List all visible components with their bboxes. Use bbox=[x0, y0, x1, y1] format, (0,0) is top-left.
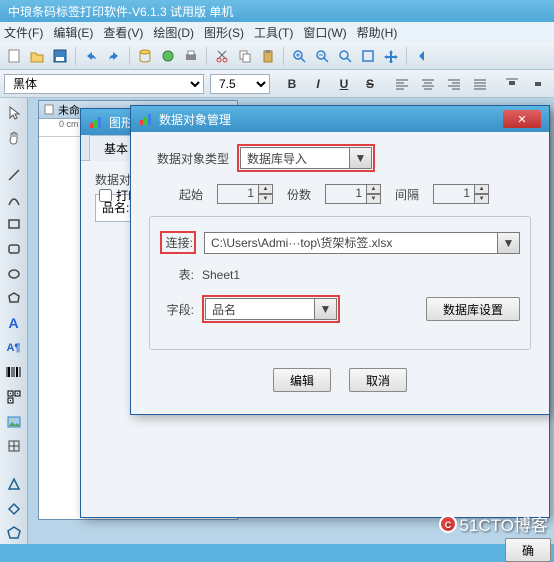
valign-top-icon[interactable] bbox=[502, 74, 522, 94]
db-settings-button[interactable]: 数据库设置 bbox=[426, 297, 520, 321]
pointer-icon[interactable] bbox=[3, 102, 25, 124]
richtext-icon[interactable]: A¶ bbox=[3, 337, 25, 359]
ellipse-icon[interactable] bbox=[3, 263, 25, 285]
align-left-icon[interactable] bbox=[392, 74, 412, 94]
align-right-icon[interactable] bbox=[444, 74, 464, 94]
triangle-icon[interactable] bbox=[3, 473, 25, 495]
zoom-100-icon[interactable] bbox=[358, 46, 378, 66]
strike-icon[interactable]: S bbox=[360, 74, 380, 94]
conn-value: C:\Users\Admi···top\货架标签.xlsx bbox=[204, 232, 498, 254]
menu-shape[interactable]: 图形(S) bbox=[204, 24, 244, 40]
menu-window[interactable]: 窗口(W) bbox=[303, 24, 346, 40]
conn-label: 连接: bbox=[163, 234, 193, 251]
valign-mid-icon[interactable] bbox=[528, 74, 548, 94]
menu-tools[interactable]: 工具(T) bbox=[254, 24, 293, 40]
menu-view[interactable]: 查看(V) bbox=[103, 24, 143, 40]
grid-icon[interactable] bbox=[3, 436, 25, 458]
data-manager-dialog: 数据对象管理 ✕ 数据对象类型 数据库导入 ▼ 起始 1▲▼ 份数 1▲▼ 间隔… bbox=[130, 105, 550, 415]
curve-icon[interactable] bbox=[3, 189, 25, 211]
prev-icon[interactable] bbox=[412, 46, 432, 66]
close-icon[interactable]: ✕ bbox=[503, 110, 541, 128]
paste-icon[interactable] bbox=[258, 46, 278, 66]
gap-spinner[interactable]: 1▲▼ bbox=[433, 184, 489, 204]
zoom-out-icon[interactable] bbox=[312, 46, 332, 66]
zoom-in-icon[interactable] bbox=[289, 46, 309, 66]
conn-dropdown-arrow[interactable]: ▼ bbox=[498, 232, 520, 254]
count-label: 份数 bbox=[287, 186, 311, 203]
watermark: C 51CTO博客 bbox=[438, 511, 549, 536]
main-toolbar bbox=[0, 42, 554, 70]
database-icon[interactable] bbox=[135, 46, 155, 66]
type-label: 数据对象类型 bbox=[149, 150, 229, 167]
start-spinner[interactable]: 1▲▼ bbox=[217, 184, 273, 204]
title-bar: 中琅条码标签打印软件-V6.1.3 试用版 单机 bbox=[0, 0, 554, 22]
font-toolbar: 黑体 7.5 B I U S bbox=[0, 70, 554, 98]
undo-icon[interactable] bbox=[81, 46, 101, 66]
left-toolbox: A A¶ bbox=[0, 98, 28, 544]
copy-icon[interactable] bbox=[235, 46, 255, 66]
polygon-icon[interactable] bbox=[3, 288, 25, 310]
underline-icon[interactable]: U bbox=[334, 74, 354, 94]
type-dropdown-arrow[interactable]: ▼ bbox=[350, 147, 372, 169]
logo-icon: C bbox=[438, 514, 458, 534]
menu-help[interactable]: 帮助(H) bbox=[357, 24, 398, 40]
chart-icon bbox=[89, 115, 103, 129]
edit-button[interactable]: 编辑 bbox=[273, 368, 331, 392]
field-dropdown-arrow[interactable]: ▼ bbox=[315, 298, 337, 320]
align-center-icon[interactable] bbox=[418, 74, 438, 94]
font-family-select[interactable]: 黑体 bbox=[4, 74, 204, 94]
data-manager-title[interactable]: 数据对象管理 ✕ bbox=[131, 106, 549, 132]
qrcode-icon[interactable] bbox=[3, 386, 25, 408]
rect-icon[interactable] bbox=[3, 214, 25, 236]
chart-icon bbox=[139, 112, 153, 126]
save-icon[interactable] bbox=[50, 46, 70, 66]
zoom-fit-icon[interactable] bbox=[335, 46, 355, 66]
redo-icon[interactable] bbox=[104, 46, 124, 66]
new-icon[interactable] bbox=[4, 46, 24, 66]
gap-label: 间隔 bbox=[395, 186, 419, 203]
table-value: Sheet1 bbox=[202, 268, 240, 282]
cancel-button[interactable]: 取消 bbox=[349, 368, 407, 392]
open-icon[interactable] bbox=[27, 46, 47, 66]
app-title: 中琅条码标签打印软件-V6.1.3 试用版 单机 bbox=[8, 3, 233, 20]
menu-bar: 文件(F) 编辑(E) 查看(V) 绘图(D) 图形(S) 工具(T) 窗口(W… bbox=[0, 22, 554, 42]
print-checkbox[interactable] bbox=[99, 189, 112, 202]
print-icon[interactable] bbox=[181, 46, 201, 66]
cut-icon[interactable] bbox=[212, 46, 232, 66]
bold-icon[interactable]: B bbox=[282, 74, 302, 94]
menu-edit[interactable]: 编辑(E) bbox=[53, 24, 93, 40]
font-size-select[interactable]: 7.5 bbox=[210, 74, 270, 94]
hand-icon[interactable] bbox=[3, 127, 25, 149]
wizard-icon[interactable] bbox=[158, 46, 178, 66]
menu-draw[interactable]: 绘图(D) bbox=[153, 24, 194, 40]
svg-text:C: C bbox=[444, 520, 451, 530]
line-icon[interactable] bbox=[3, 164, 25, 186]
field-label: 字段: bbox=[160, 301, 194, 318]
italic-icon[interactable]: I bbox=[308, 74, 328, 94]
field-value: 品名 bbox=[205, 298, 315, 320]
ok-button[interactable]: 确 bbox=[505, 538, 551, 562]
pentagon-icon[interactable] bbox=[3, 522, 25, 544]
diamond-icon[interactable] bbox=[3, 498, 25, 520]
align-justify-icon[interactable] bbox=[470, 74, 490, 94]
table-label: 表: bbox=[160, 266, 194, 283]
image-icon[interactable] bbox=[3, 411, 25, 433]
menu-file[interactable]: 文件(F) bbox=[4, 24, 43, 40]
barcode-icon[interactable] bbox=[3, 362, 25, 384]
start-label: 起始 bbox=[179, 186, 203, 203]
text-icon[interactable]: A bbox=[3, 312, 25, 334]
count-spinner[interactable]: 1▲▼ bbox=[325, 184, 381, 204]
move-icon[interactable] bbox=[381, 46, 401, 66]
roundrect-icon[interactable] bbox=[3, 238, 25, 260]
type-value: 数据库导入 bbox=[240, 147, 350, 169]
